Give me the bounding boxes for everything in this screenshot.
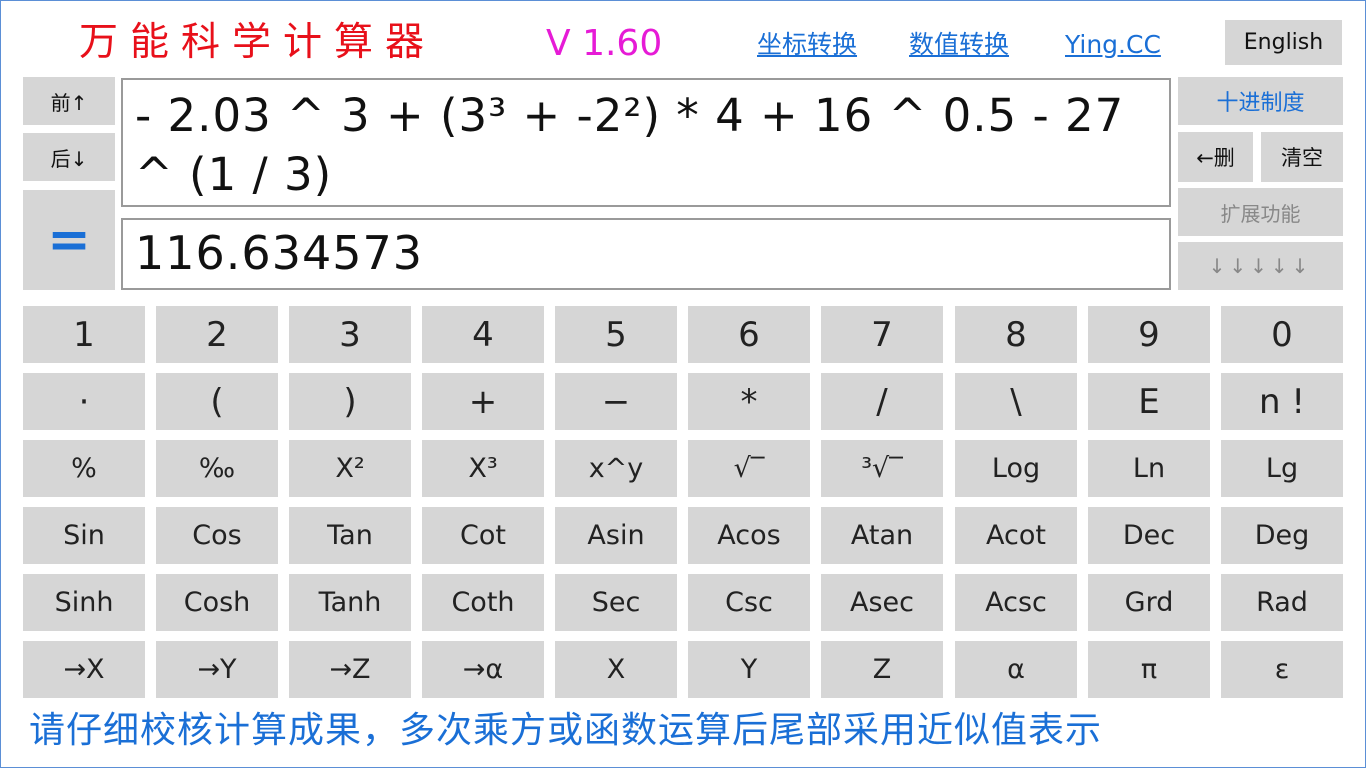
key-grd[interactable]: Grd — [1088, 574, 1210, 631]
key-rad[interactable]: Rad — [1221, 574, 1343, 631]
key-5[interactable]: 5 — [555, 306, 677, 363]
key-0[interactable]: 0 — [1221, 306, 1343, 363]
key-power[interactable]: x^y — [555, 440, 677, 497]
key-decimal-point[interactable]: · — [23, 373, 145, 430]
key-tanh[interactable]: Tanh — [289, 574, 411, 631]
key-7[interactable]: 7 — [821, 306, 943, 363]
key-cube[interactable]: X³ — [422, 440, 544, 497]
app-version: V 1.60 — [546, 23, 663, 64]
extended-functions-button[interactable]: 扩展功能 — [1178, 188, 1343, 236]
key-acos[interactable]: Acos — [688, 507, 810, 564]
key-tan[interactable]: Tan — [289, 507, 411, 564]
history-next-button[interactable]: 后↓ — [23, 133, 115, 181]
key-open-paren[interactable]: ( — [156, 373, 278, 430]
key-pi[interactable]: π — [1088, 641, 1210, 698]
key-factorial[interactable]: n ! — [1221, 373, 1343, 430]
equals-button[interactable]: = — [23, 190, 115, 290]
key-divide[interactable]: / — [821, 373, 943, 430]
key-cos[interactable]: Cos — [156, 507, 278, 564]
key-4[interactable]: 4 — [422, 306, 544, 363]
key-exponent-e[interactable]: E — [1088, 373, 1210, 430]
key-store-z[interactable]: →Z — [289, 641, 411, 698]
key-permille[interactable]: ‰ — [156, 440, 278, 497]
key-epsilon[interactable]: ε — [1221, 641, 1343, 698]
key-acsc[interactable]: Acsc — [955, 574, 1077, 631]
value-convert-link[interactable]: 数值转换 — [909, 28, 1009, 62]
key-3[interactable]: 3 — [289, 306, 411, 363]
key-2[interactable]: 2 — [156, 306, 278, 363]
coordinate-convert-link[interactable]: 坐标转换 — [757, 28, 857, 62]
key-percent[interactable]: % — [23, 440, 145, 497]
delete-button[interactable]: ←删 — [1178, 132, 1253, 182]
key-plus[interactable]: + — [422, 373, 544, 430]
footer-note: 请仔细校核计算成果，多次乘方或函数运算后尾部采用近似值表示 — [29, 710, 1103, 751]
key-8[interactable]: 8 — [955, 306, 1077, 363]
key-square[interactable]: X² — [289, 440, 411, 497]
result-text: 116.634573 — [135, 226, 424, 280]
key-lg[interactable]: Lg — [1221, 440, 1343, 497]
key-coth[interactable]: Coth — [422, 574, 544, 631]
key-store-alpha[interactable]: →α — [422, 641, 544, 698]
key-multiply[interactable]: * — [688, 373, 810, 430]
clear-button[interactable]: 清空 — [1261, 132, 1343, 182]
key-store-x[interactable]: →X — [23, 641, 145, 698]
key-6[interactable]: 6 — [688, 306, 810, 363]
key-1[interactable]: 1 — [23, 306, 145, 363]
key-var-y[interactable]: Y — [688, 641, 810, 698]
key-deg[interactable]: Deg — [1221, 507, 1343, 564]
key-ln[interactable]: Ln — [1088, 440, 1210, 497]
key-atan[interactable]: Atan — [821, 507, 943, 564]
key-var-z[interactable]: Z — [821, 641, 943, 698]
key-acot[interactable]: Acot — [955, 507, 1077, 564]
key-9[interactable]: 9 — [1088, 306, 1210, 363]
expression-text: - 2.03 ^ 3 + (3³ + -2²) * 4 + 16 ^ 0.5 -… — [135, 89, 1125, 201]
key-close-paren[interactable]: ) — [289, 373, 411, 430]
key-sqrt[interactable]: √‾ — [688, 440, 810, 497]
angle-mode-button[interactable]: 十进制度 — [1178, 77, 1343, 125]
key-var-alpha[interactable]: α — [955, 641, 1077, 698]
key-cot[interactable]: Cot — [422, 507, 544, 564]
expand-arrows-button[interactable]: ↓↓↓↓↓ — [1178, 242, 1343, 290]
language-button[interactable]: English — [1225, 20, 1342, 65]
key-csc[interactable]: Csc — [688, 574, 810, 631]
key-int-divide[interactable]: \ — [955, 373, 1077, 430]
key-sin[interactable]: Sin — [23, 507, 145, 564]
key-dec[interactable]: Dec — [1088, 507, 1210, 564]
history-prev-button[interactable]: 前↑ — [23, 77, 115, 125]
website-link[interactable]: Ying.CC — [1065, 28, 1161, 62]
key-minus[interactable]: − — [555, 373, 677, 430]
app-title: 万能科学计算器 — [79, 20, 437, 65]
key-asin[interactable]: Asin — [555, 507, 677, 564]
result-display: 116.634573 — [121, 218, 1171, 290]
key-sec[interactable]: Sec — [555, 574, 677, 631]
key-sinh[interactable]: Sinh — [23, 574, 145, 631]
key-log[interactable]: Log — [955, 440, 1077, 497]
key-cosh[interactable]: Cosh — [156, 574, 278, 631]
key-store-y[interactable]: →Y — [156, 641, 278, 698]
expression-display[interactable]: - 2.03 ^ 3 + (3³ + -2²) * 4 + 16 ^ 0.5 -… — [121, 78, 1171, 207]
key-asec[interactable]: Asec — [821, 574, 943, 631]
key-cube-root[interactable]: ³√‾ — [821, 440, 943, 497]
key-var-x[interactable]: X — [555, 641, 677, 698]
